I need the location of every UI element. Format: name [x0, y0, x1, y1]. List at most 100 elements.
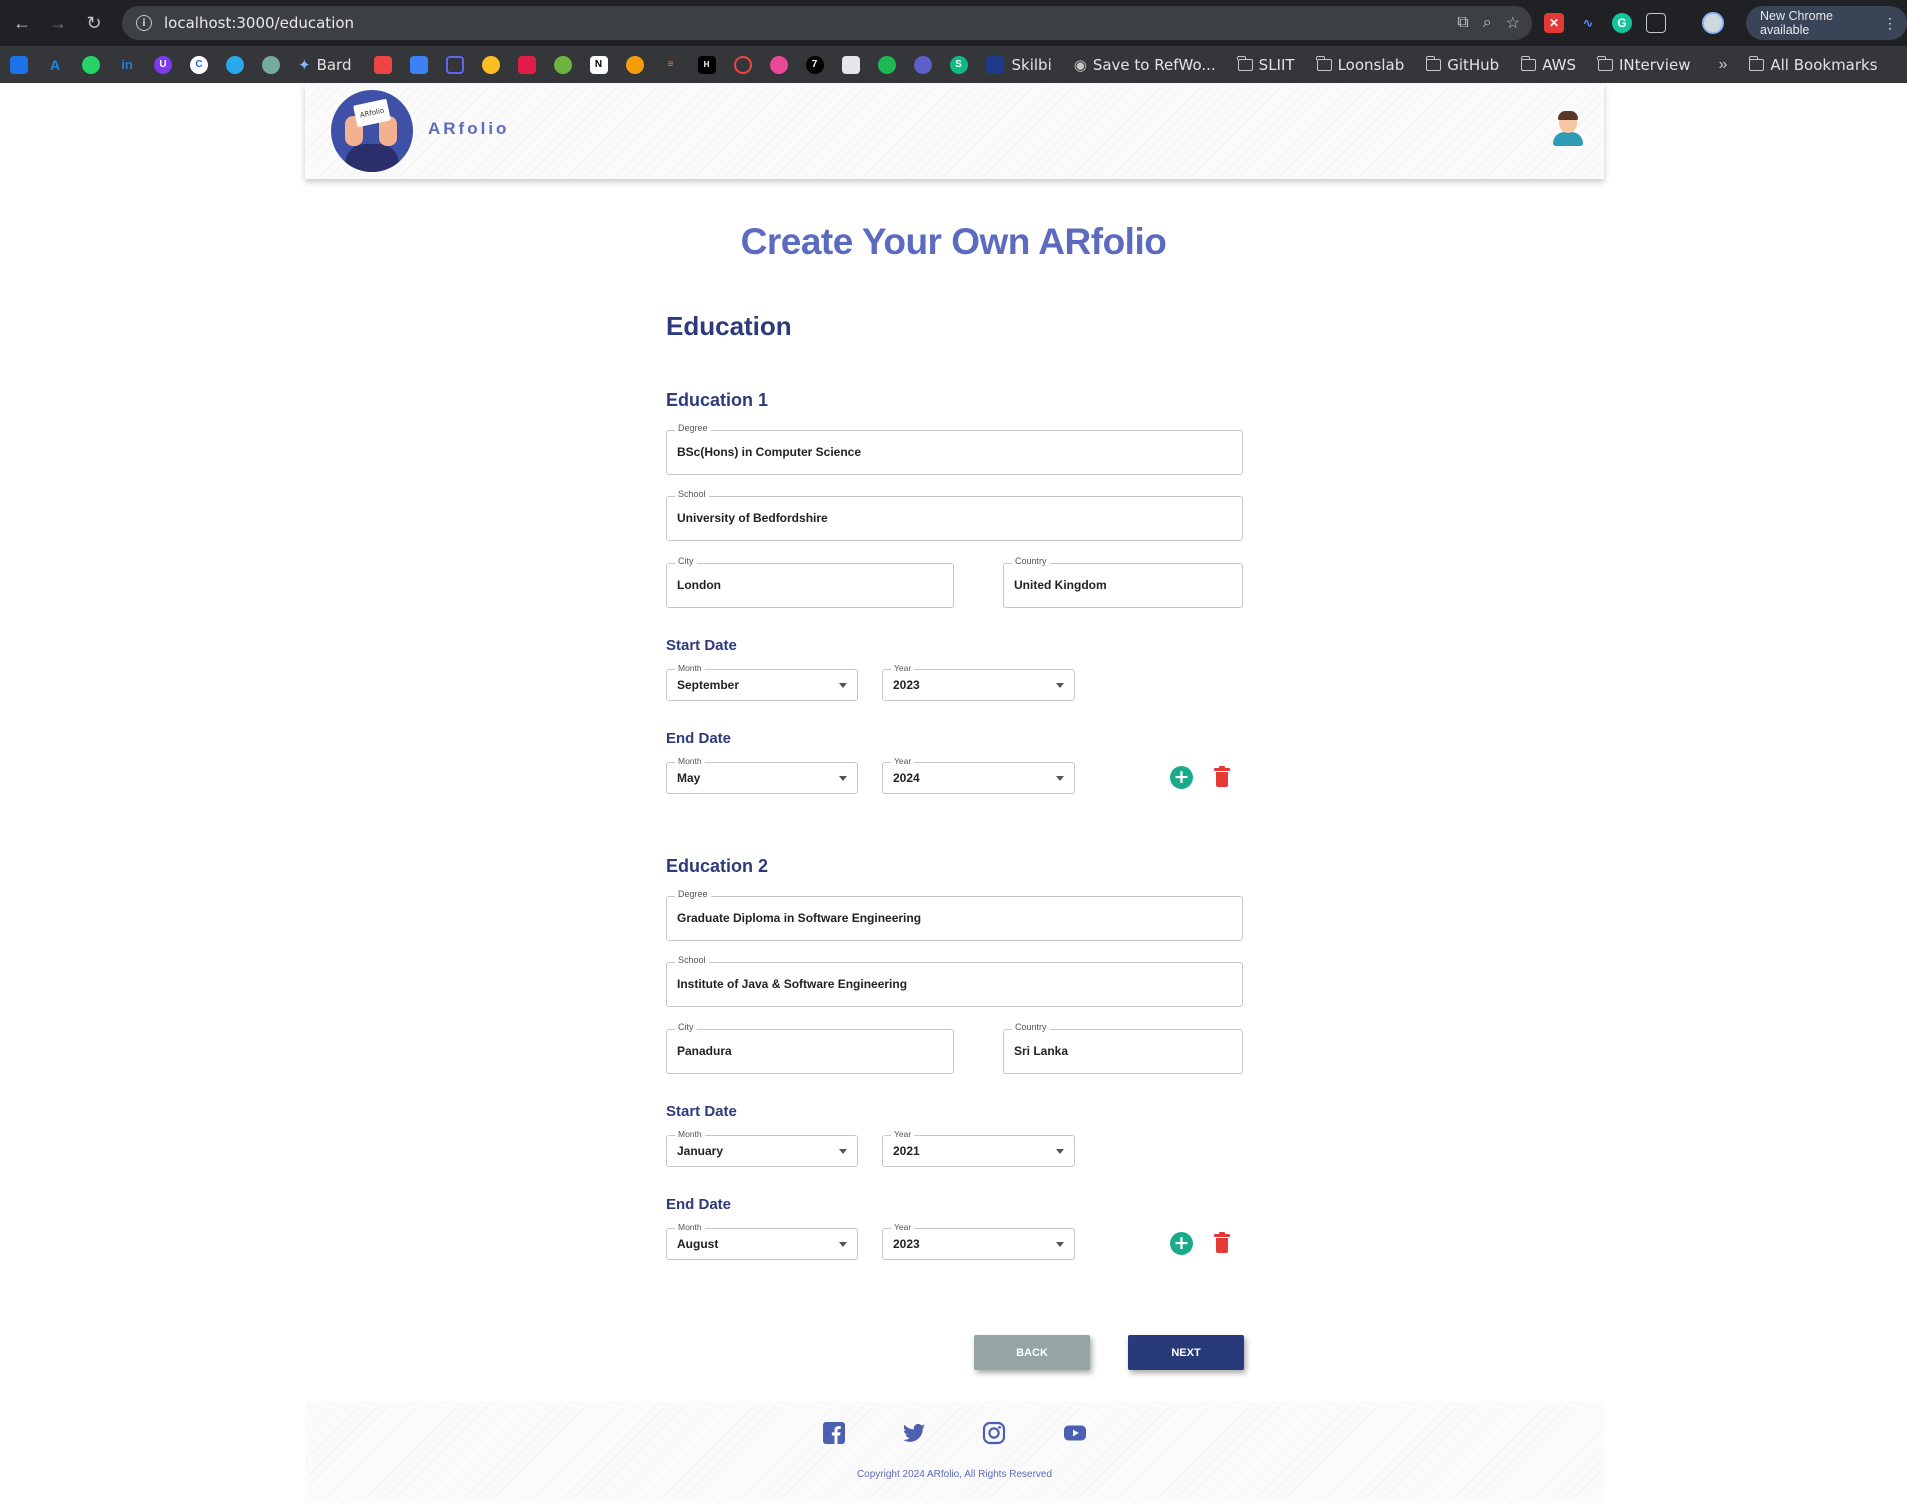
- install-app-icon[interactable]: ⧉: [1457, 14, 1468, 32]
- logo[interactable]: ARfolio: [331, 90, 413, 172]
- brand-name[interactable]: ARfolio: [428, 119, 509, 139]
- forward-arrow-icon[interactable]: →: [40, 5, 76, 41]
- country-field[interactable]: Country Sri Lanka: [1003, 1022, 1243, 1074]
- bookmark-label: GitHub: [1447, 55, 1500, 74]
- start-year-select[interactable]: Year 2021: [882, 1129, 1075, 1167]
- bookmark-folder-all[interactable]: All Bookmarks: [1748, 55, 1878, 74]
- reload-icon[interactable]: ↻: [76, 5, 112, 41]
- bookmark-chatgpt-icon[interactable]: [262, 55, 280, 74]
- degree-value: Graduate Diploma in Software Engineering: [677, 911, 922, 925]
- city-field[interactable]: City London: [666, 556, 954, 608]
- year-label: Year: [891, 756, 915, 766]
- extensions-puzzle-icon[interactable]: [1646, 13, 1666, 33]
- bookmark-icon[interactable]: [10, 55, 28, 74]
- country-field[interactable]: Country United Kingdom: [1003, 556, 1243, 608]
- bookmark-whatsapp-icon[interactable]: [82, 55, 100, 74]
- month-label: Month: [675, 663, 705, 673]
- start-date-label: Start Date: [666, 637, 737, 654]
- bookmark-stackoverflow-icon[interactable]: ≡: [662, 56, 680, 74]
- profile-avatar[interactable]: [1702, 12, 1724, 34]
- back-arrow-icon[interactable]: ←: [4, 5, 40, 41]
- instagram-icon[interactable]: [982, 1421, 1006, 1445]
- bookmark-hex-icon[interactable]: [445, 55, 464, 74]
- add-education-button[interactable]: +: [1170, 766, 1193, 789]
- country-value: United Kingdom: [1014, 578, 1107, 592]
- grammarly-icon[interactable]: G: [1612, 13, 1632, 33]
- twitter-icon[interactable]: [902, 1421, 926, 1445]
- bookmark-spring-icon[interactable]: [553, 55, 572, 74]
- bookmark-folder-interview[interactable]: INterview: [1597, 55, 1690, 74]
- back-button[interactable]: BACK: [974, 1335, 1090, 1370]
- bookmark-folder-loonslab[interactable]: Loonslab: [1315, 55, 1404, 74]
- bookmark-folder-sliit[interactable]: SLIIT: [1237, 55, 1295, 74]
- bookmark-c-icon[interactable]: C: [190, 55, 208, 74]
- site-info-icon[interactable]: i: [136, 15, 152, 31]
- next-button[interactable]: NEXT: [1128, 1335, 1244, 1370]
- page-title: Create Your Own ARfolio: [740, 221, 1167, 262]
- extension-wave-icon[interactable]: ∿: [1578, 13, 1598, 33]
- end-year-select[interactable]: Year 2023: [882, 1222, 1075, 1260]
- kebab-menu-icon[interactable]: ⋮: [1883, 15, 1897, 31]
- city-field[interactable]: City Panadura: [666, 1022, 954, 1074]
- zoom-icon[interactable]: ⌕: [1483, 14, 1492, 32]
- bookmark-notion-icon[interactable]: N: [589, 55, 608, 74]
- youtube-icon[interactable]: [1063, 1421, 1087, 1445]
- user-avatar-icon[interactable]: [1552, 111, 1584, 147]
- folder-icon: [1520, 55, 1537, 71]
- school-field[interactable]: School University of Bedfordshire: [666, 489, 1243, 541]
- caret-down-icon: [1056, 683, 1064, 688]
- bookmark-folder-github[interactable]: GitHub: [1425, 55, 1500, 74]
- degree-field[interactable]: Degree Graduate Diploma in Software Engi…: [666, 889, 1243, 941]
- avatar-hair: [1558, 111, 1578, 120]
- facebook-icon[interactable]: [822, 1421, 846, 1445]
- school-field[interactable]: School Institute of Java & Software Engi…: [666, 955, 1243, 1007]
- start-month-select[interactable]: Month September: [666, 663, 858, 701]
- trash-lid: [1214, 1234, 1230, 1237]
- end-month-select[interactable]: Month May: [666, 756, 858, 794]
- bookmark-pocket-icon[interactable]: [373, 55, 392, 74]
- bookmark-skilbi[interactable]: Skilbi: [985, 55, 1052, 74]
- end-month-select[interactable]: Month August: [666, 1222, 858, 1260]
- start-year-select[interactable]: Year 2023: [882, 663, 1075, 701]
- more-bookmarks-icon[interactable]: »: [1718, 56, 1727, 74]
- degree-field[interactable]: Degree BSc(Hons) in Computer Science: [666, 423, 1243, 475]
- bookmark-label: Bard: [316, 55, 352, 74]
- bookmark-grid-icon[interactable]: [409, 55, 428, 74]
- bookmark-label: SLIIT: [1258, 55, 1295, 74]
- bookmark-69-icon[interactable]: [769, 55, 788, 74]
- bookmark-hn-icon[interactable]: H: [697, 55, 716, 74]
- extension-icon[interactable]: ✕: [1544, 13, 1564, 33]
- bookmark-star-icon[interactable]: ☆: [1506, 13, 1520, 33]
- school-label: School: [675, 955, 709, 965]
- bookmark-telegram-icon[interactable]: [226, 55, 244, 74]
- folder-icon: [1237, 55, 1253, 71]
- start-year-value: 2023: [893, 678, 920, 692]
- trash-icon[interactable]: [1214, 766, 1230, 787]
- footer: Copyright 2024 ARfolio, All Rights Reser…: [305, 1401, 1604, 1503]
- bookmark-bard[interactable]: ✦ Bard: [298, 56, 352, 74]
- bookmark-s-icon[interactable]: S: [949, 55, 968, 74]
- bookmark-u-icon[interactable]: U: [154, 55, 172, 74]
- caret-down-icon: [839, 776, 847, 781]
- trash-icon[interactable]: [1214, 1232, 1230, 1253]
- address-bar[interactable]: i localhost:3000/education ⧉ ⌕ ☆: [122, 6, 1532, 40]
- start-month-select[interactable]: Month January: [666, 1129, 858, 1167]
- app-header: ARfolio ARfolio: [305, 83, 1604, 179]
- bookmark-7-icon[interactable]: 7: [805, 55, 824, 74]
- bookmark-q-icon[interactable]: [733, 55, 752, 74]
- bookmark-spotify-icon[interactable]: [877, 55, 896, 74]
- bookmark-doc-icon[interactable]: [841, 55, 860, 74]
- bookmark-folder-aws[interactable]: AWS: [1520, 55, 1576, 74]
- bookmark-refworks[interactable]: ◉ Save to RefWo...: [1074, 56, 1216, 74]
- bookmark-slack-icon[interactable]: [517, 55, 536, 74]
- bookmark-yellow-icon[interactable]: [481, 55, 500, 74]
- city-value: London: [677, 578, 721, 592]
- bookmark-teams-icon[interactable]: [913, 55, 932, 74]
- bookmark-person-icon[interactable]: [625, 55, 644, 74]
- bookmark-azure-icon[interactable]: A: [46, 56, 64, 74]
- bookmark-linkedin-icon[interactable]: in: [118, 56, 136, 74]
- add-education-button[interactable]: +: [1170, 1232, 1193, 1255]
- chrome-update-button[interactable]: New Chrome available ⋮: [1746, 6, 1907, 40]
- end-year-select[interactable]: Year 2024: [882, 756, 1075, 794]
- bookmark-label: All Bookmarks: [1770, 55, 1878, 74]
